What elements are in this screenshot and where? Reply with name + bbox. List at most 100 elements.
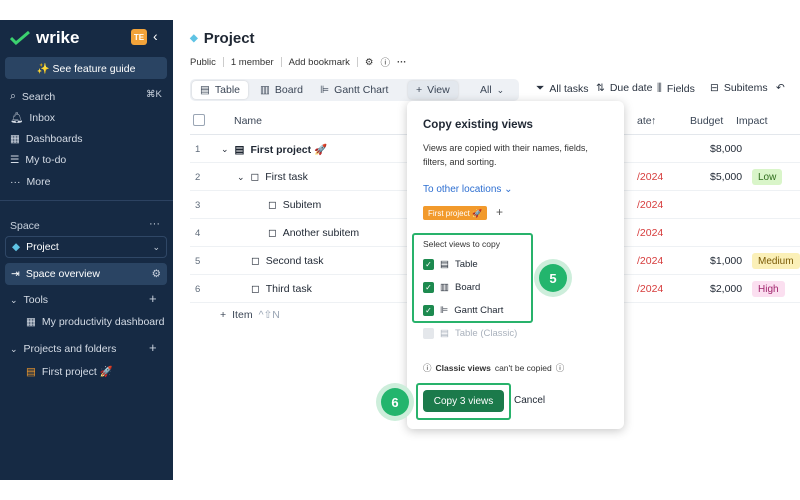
row-budget[interactable]: $8,000 <box>710 143 742 155</box>
impact-badge[interactable]: High <box>752 281 785 297</box>
impact-badge[interactable]: Medium <box>752 253 800 269</box>
column-impact[interactable]: Impact <box>736 115 768 127</box>
tab-gantt[interactable]: ⊫ Gantt Chart <box>312 81 396 99</box>
todo-icon: ☰ <box>10 154 20 166</box>
table-icon: ▤ <box>440 259 449 270</box>
nav-dashboards[interactable]: ▦ Dashboards <box>10 133 83 145</box>
meta-divider <box>280 57 282 67</box>
copy-views-button[interactable]: Copy 3 views <box>423 390 504 412</box>
plus-icon: + <box>220 309 227 321</box>
nav-inbox-label: Inbox <box>29 111 56 124</box>
row-budget[interactable]: $1,000 <box>710 255 742 267</box>
chevron-down-icon: ⌄ <box>504 184 513 195</box>
nav-my-todo[interactable]: ☰ My to-do <box>10 154 66 166</box>
row-name[interactable]: ⌄ ◻ First task <box>237 171 308 183</box>
row-name-text: First project 🚀 <box>250 144 328 156</box>
meta-divider <box>356 57 358 67</box>
help-icon[interactable]: ⓘ <box>556 361 565 375</box>
view-checkbox[interactable]: ✓ <box>423 282 434 293</box>
chevron-down-icon: ⌄ <box>496 84 505 95</box>
column-name[interactable]: Name <box>234 115 262 127</box>
projects-section-toggle[interactable]: ⌄ Projects and folders <box>10 343 116 355</box>
add-item-button[interactable]: + Item ^⇧N <box>220 309 280 321</box>
tools-item-dashboard[interactable]: ▦ My productivity dashboard <box>26 316 164 328</box>
tab-board[interactable]: ▥ Board <box>252 81 311 99</box>
row-date[interactable]: /2024 <box>637 283 663 295</box>
projects-label: Projects and folders <box>23 343 117 355</box>
select-all-checkbox[interactable] <box>193 114 205 126</box>
tab-gantt-label: Gantt Chart <box>334 84 389 96</box>
tools-section-toggle[interactable]: ⌄ Tools <box>10 294 48 306</box>
view-option-board[interactable]: ✓ ▥ Board <box>423 282 480 293</box>
row-name[interactable]: ◻ Subitem <box>268 199 321 211</box>
row-name[interactable]: ◻ Another subitem <box>268 227 359 239</box>
location-chip[interactable]: First project 🚀 <box>423 206 487 220</box>
row-number: 2 <box>195 172 201 183</box>
all-tasks-filter[interactable]: ⏷ All tasks <box>536 82 589 95</box>
add-view-button[interactable]: + View <box>408 81 458 99</box>
row-date[interactable]: /2024 <box>637 199 663 211</box>
visibility-label[interactable]: Public <box>190 57 216 68</box>
view-checkbox[interactable]: ✓ <box>423 259 434 270</box>
workspace-avatar[interactable]: TE <box>131 29 147 45</box>
add-bookmark-link[interactable]: Add bookmark <box>289 57 350 68</box>
all-views-dropdown[interactable]: All ⌄ <box>472 81 512 99</box>
select-views-label: Select views to copy <box>423 239 501 249</box>
collapse-sidebar-icon[interactable]: ‹ <box>153 28 158 44</box>
sort-arrow-icon[interactable]: ↑ <box>651 115 656 127</box>
impact-badge[interactable]: Low <box>752 169 783 185</box>
cancel-button[interactable]: Cancel <box>514 395 545 406</box>
view-option-label: Board <box>454 282 481 293</box>
location-link[interactable]: To other locations ⌄ <box>423 183 513 197</box>
info-icon[interactable]: ⓘ <box>380 55 390 69</box>
bottom-margin <box>0 480 800 500</box>
undo-icon[interactable]: ↶ <box>776 82 785 94</box>
view-option-table[interactable]: ✓ ▤ Table <box>423 259 478 270</box>
info-icon: ⓘ <box>423 363 432 373</box>
add-project-icon[interactable]: + <box>149 340 157 355</box>
view-option-gantt[interactable]: ✓ ⊫ Gantt Chart <box>423 305 503 316</box>
more-icon[interactable]: ··· <box>397 57 407 68</box>
step-badge-5: 5 <box>539 264 567 292</box>
space-more-icon[interactable]: ··· <box>149 218 160 230</box>
overview-icon: ⇥ <box>11 268 20 280</box>
dashboard-icon: ▦ <box>26 316 36 328</box>
task-icon: ◻ <box>251 255 260 267</box>
copy-views-popup: Copy existing views Views are copied wit… <box>407 101 624 429</box>
members-link[interactable]: 1 member <box>231 57 274 68</box>
view-option-label: Table <box>454 259 478 270</box>
row-budget[interactable]: $2,000 <box>710 283 742 295</box>
row-name-text: Third task <box>265 283 312 295</box>
row-date[interactable]: /2024 <box>637 171 663 183</box>
subitems-button[interactable]: ⊟ Subitems <box>710 82 768 94</box>
row-name[interactable]: ◻ Third task <box>251 283 312 295</box>
project-item-first[interactable]: ▤ First project 🚀 <box>26 365 113 379</box>
row-date[interactable]: /2024 <box>637 255 663 267</box>
feature-guide-button[interactable]: ✨ See feature guide <box>5 57 167 79</box>
view-checkbox[interactable]: ✓ <box>423 305 434 316</box>
plus-icon: + <box>416 84 423 96</box>
sort-due-date[interactable]: ⇅ Due date <box>596 82 652 94</box>
row-date[interactable]: /2024 <box>637 227 663 239</box>
add-tool-icon[interactable]: + <box>149 291 157 306</box>
tab-table-label: Table <box>214 84 241 96</box>
column-budget[interactable]: Budget <box>690 115 723 127</box>
add-location-icon[interactable]: + <box>496 205 503 219</box>
space-selector[interactable]: ◆ Project ⌄ <box>5 236 167 258</box>
fields-button[interactable]: ⫼ Fields <box>657 82 695 95</box>
row-budget[interactable]: $5,000 <box>710 171 742 183</box>
nav-inbox[interactable]: 🔔︎ Inbox <box>10 111 56 125</box>
space-icon: ◆ <box>12 241 21 253</box>
page-title: ◆ Project <box>190 30 255 47</box>
brand-logo[interactable]: wrike <box>10 28 79 48</box>
more-icon: ··· <box>10 176 21 188</box>
space-overview-item[interactable]: ⇥ Space overview ⚙ <box>5 263 167 285</box>
tab-table[interactable]: ▤ Table <box>192 81 249 99</box>
gear-icon[interactable]: ⚙ <box>365 57 374 68</box>
nav-search[interactable]: ⌕ Search <box>10 90 55 103</box>
nav-more[interactable]: ··· More <box>10 176 50 188</box>
column-date[interactable]: ate <box>637 115 652 127</box>
gear-icon[interactable]: ⚙ <box>152 268 161 280</box>
row-name[interactable]: ⌄ ▤ First project 🚀 <box>221 143 328 157</box>
row-name[interactable]: ◻ Second task <box>251 255 324 267</box>
